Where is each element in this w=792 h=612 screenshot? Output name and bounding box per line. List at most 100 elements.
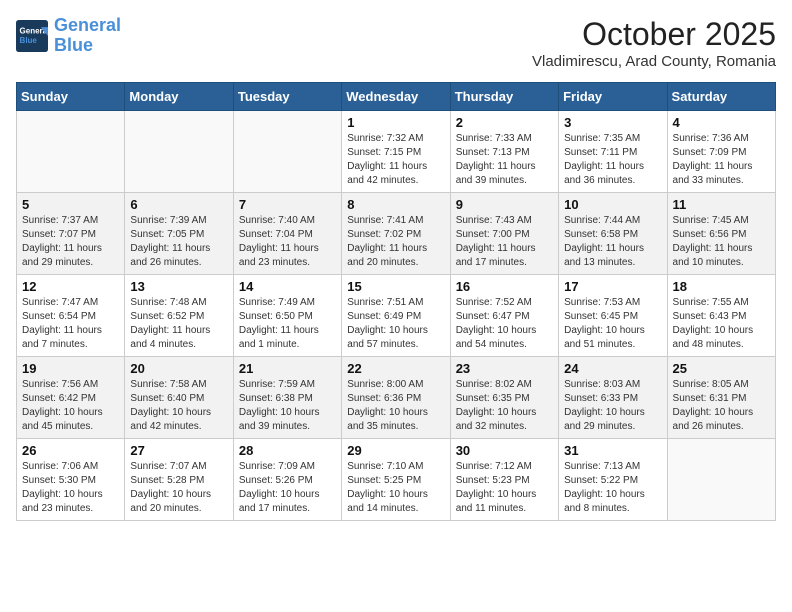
weekday-header-friday: Friday: [559, 83, 667, 111]
calendar-cell: 27 Sunrise: 7:07 AM Sunset: 5:28 PM Dayli…: [125, 439, 233, 521]
day-number: 20: [130, 361, 227, 376]
day-number: 11: [673, 197, 770, 212]
day-info: Sunrise: 7:07 AM Sunset: 5:28 PM Dayligh…: [130, 460, 227, 516]
weekday-header-wednesday: Wednesday: [342, 83, 450, 111]
calendar-cell: 5 Sunrise: 7:37 AM Sunset: 7:07 PM Daylig…: [17, 193, 125, 275]
day-number: 14: [239, 279, 336, 294]
calendar-cell: 14 Sunrise: 7:49 AM Sunset: 6:50 PM Dayli…: [233, 275, 341, 357]
day-number: 7: [239, 197, 336, 212]
calendar-cell: 4 Sunrise: 7:36 AM Sunset: 7:09 PM Daylig…: [667, 111, 775, 193]
calendar-cell: 1 Sunrise: 7:32 AM Sunset: 7:15 PM Daylig…: [342, 111, 450, 193]
month-year-title: October 2025: [532, 16, 776, 53]
weekday-header-row: SundayMondayTuesdayWednesdayThursdayFrid…: [17, 83, 776, 111]
calendar-cell: 17 Sunrise: 7:53 AM Sunset: 6:45 PM Dayli…: [559, 275, 667, 357]
day-info: Sunrise: 7:48 AM Sunset: 6:52 PM Dayligh…: [130, 296, 227, 352]
day-number: 6: [130, 197, 227, 212]
day-info: Sunrise: 7:12 AM Sunset: 5:23 PM Dayligh…: [456, 460, 553, 516]
day-number: 22: [347, 361, 444, 376]
calendar-cell: 31Sunrise: 7:13 AM Sunset: 5:22 PM Dayli…: [559, 439, 667, 521]
day-number: 28: [239, 443, 336, 458]
day-number: 15: [347, 279, 444, 294]
calendar-cell: 15Sunrise: 7:51 AM Sunset: 6:49 PM Dayli…: [342, 275, 450, 357]
calendar-cell: 24 Sunrise: 8:03 AM Sunset: 6:33 PM Dayli…: [559, 357, 667, 439]
day-number: 4: [673, 115, 770, 130]
calendar-cell: 10Sunrise: 7:44 AM Sunset: 6:58 PM Dayli…: [559, 193, 667, 275]
calendar-cell: [125, 111, 233, 193]
day-info: Sunrise: 7:35 AM Sunset: 7:11 PM Dayligh…: [564, 132, 661, 188]
day-number: 13: [130, 279, 227, 294]
day-info: Sunrise: 8:00 AM Sunset: 6:36 PM Dayligh…: [347, 378, 444, 434]
calendar-cell: 26Sunrise: 7:06 AM Sunset: 5:30 PM Dayli…: [17, 439, 125, 521]
day-number: 24: [564, 361, 661, 376]
day-info: Sunrise: 7:44 AM Sunset: 6:58 PM Dayligh…: [564, 214, 661, 270]
weekday-header-tuesday: Tuesday: [233, 83, 341, 111]
logo-icon: General Blue: [16, 20, 48, 52]
day-info: Sunrise: 7:59 AM Sunset: 6:38 PM Dayligh…: [239, 378, 336, 434]
calendar-cell: 16Sunrise: 7:52 AM Sunset: 6:47 PM Dayli…: [450, 275, 558, 357]
calendar-week-row: 5 Sunrise: 7:37 AM Sunset: 7:07 PM Daylig…: [17, 193, 776, 275]
calendar-cell: 18 Sunrise: 7:55 AM Sunset: 6:43 PM Dayli…: [667, 275, 775, 357]
day-info: Sunrise: 7:09 AM Sunset: 5:26 PM Dayligh…: [239, 460, 336, 516]
calendar-cell: 3 Sunrise: 7:35 AM Sunset: 7:11 PM Daylig…: [559, 111, 667, 193]
day-number: 23: [456, 361, 553, 376]
calendar-cell: 30 Sunrise: 7:12 AM Sunset: 5:23 PM Dayli…: [450, 439, 558, 521]
day-number: 17: [564, 279, 661, 294]
day-number: 19: [22, 361, 119, 376]
day-info: Sunrise: 7:53 AM Sunset: 6:45 PM Dayligh…: [564, 296, 661, 352]
day-number: 21: [239, 361, 336, 376]
day-info: Sunrise: 7:32 AM Sunset: 7:15 PM Dayligh…: [347, 132, 444, 188]
day-info: Sunrise: 7:37 AM Sunset: 7:07 PM Dayligh…: [22, 214, 119, 270]
day-info: Sunrise: 7:49 AM Sunset: 6:50 PM Dayligh…: [239, 296, 336, 352]
calendar-cell: [17, 111, 125, 193]
calendar-cell: 8Sunrise: 7:41 AM Sunset: 7:02 PM Daylig…: [342, 193, 450, 275]
day-number: 25: [673, 361, 770, 376]
logo: General Blue General Blue: [16, 16, 121, 56]
day-number: 31: [564, 443, 661, 458]
calendar-table: SundayMondayTuesdayWednesdayThursdayFrid…: [16, 82, 776, 521]
calendar-cell: 25Sunrise: 8:05 AM Sunset: 6:31 PM Dayli…: [667, 357, 775, 439]
calendar-cell: 29 Sunrise: 7:10 AM Sunset: 5:25 PM Dayli…: [342, 439, 450, 521]
day-number: 30: [456, 443, 553, 458]
calendar-cell: 12Sunrise: 7:47 AM Sunset: 6:54 PM Dayli…: [17, 275, 125, 357]
day-number: 16: [456, 279, 553, 294]
day-info: Sunrise: 7:45 AM Sunset: 6:56 PM Dayligh…: [673, 214, 770, 270]
calendar-cell: 11 Sunrise: 7:45 AM Sunset: 6:56 PM Dayli…: [667, 193, 775, 275]
day-info: Sunrise: 7:47 AM Sunset: 6:54 PM Dayligh…: [22, 296, 119, 352]
calendar-cell: 7 Sunrise: 7:40 AM Sunset: 7:04 PM Daylig…: [233, 193, 341, 275]
calendar-week-row: 1 Sunrise: 7:32 AM Sunset: 7:15 PM Daylig…: [17, 111, 776, 193]
day-number: 26: [22, 443, 119, 458]
calendar-cell: 23Sunrise: 8:02 AM Sunset: 6:35 PM Dayli…: [450, 357, 558, 439]
day-number: 1: [347, 115, 444, 130]
calendar-cell: 20Sunrise: 7:58 AM Sunset: 6:40 PM Dayli…: [125, 357, 233, 439]
calendar-cell: 19 Sunrise: 7:56 AM Sunset: 6:42 PM Dayli…: [17, 357, 125, 439]
day-number: 18: [673, 279, 770, 294]
day-info: Sunrise: 8:03 AM Sunset: 6:33 PM Dayligh…: [564, 378, 661, 434]
day-info: Sunrise: 7:33 AM Sunset: 7:13 PM Dayligh…: [456, 132, 553, 188]
calendar-week-row: 12Sunrise: 7:47 AM Sunset: 6:54 PM Dayli…: [17, 275, 776, 357]
day-info: Sunrise: 7:43 AM Sunset: 7:00 PM Dayligh…: [456, 214, 553, 270]
calendar-cell: 28 Sunrise: 7:09 AM Sunset: 5:26 PM Dayli…: [233, 439, 341, 521]
day-number: 3: [564, 115, 661, 130]
day-number: 5: [22, 197, 119, 212]
calendar-week-row: 26Sunrise: 7:06 AM Sunset: 5:30 PM Dayli…: [17, 439, 776, 521]
title-block: October 2025 Vladimirescu, Arad County, …: [532, 16, 776, 70]
day-info: Sunrise: 7:55 AM Sunset: 6:43 PM Dayligh…: [673, 296, 770, 352]
day-number: 2: [456, 115, 553, 130]
weekday-header-monday: Monday: [125, 83, 233, 111]
logo-text: General Blue: [54, 16, 121, 56]
day-number: 27: [130, 443, 227, 458]
weekday-header-thursday: Thursday: [450, 83, 558, 111]
day-info: Sunrise: 7:10 AM Sunset: 5:25 PM Dayligh…: [347, 460, 444, 516]
day-info: Sunrise: 7:56 AM Sunset: 6:42 PM Dayligh…: [22, 378, 119, 434]
day-number: 8: [347, 197, 444, 212]
calendar-cell: [233, 111, 341, 193]
day-number: 9: [456, 197, 553, 212]
day-info: Sunrise: 7:36 AM Sunset: 7:09 PM Dayligh…: [673, 132, 770, 188]
day-info: Sunrise: 7:40 AM Sunset: 7:04 PM Dayligh…: [239, 214, 336, 270]
calendar-cell: [667, 439, 775, 521]
day-number: 29: [347, 443, 444, 458]
calendar-cell: 2 Sunrise: 7:33 AM Sunset: 7:13 PM Daylig…: [450, 111, 558, 193]
page-header: General Blue General Blue October 2025 V…: [16, 16, 776, 70]
calendar-cell: 21 Sunrise: 7:59 AM Sunset: 6:38 PM Dayli…: [233, 357, 341, 439]
location-subtitle: Vladimirescu, Arad County, Romania: [532, 53, 776, 70]
